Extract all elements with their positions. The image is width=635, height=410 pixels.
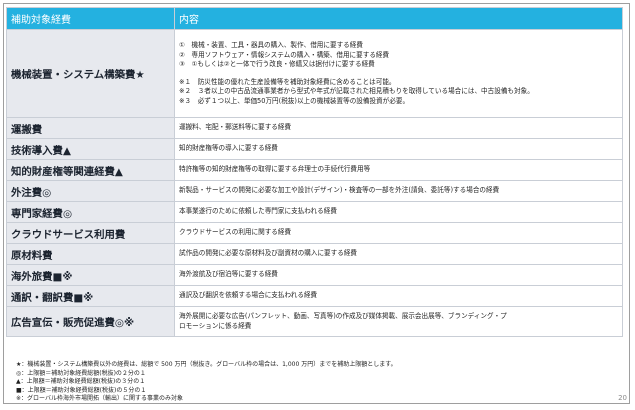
row-category: 技術導入費▲ <box>6 138 175 160</box>
table-row: 広告宣伝・販売促進費◎※ 海外展開に必要な広告(パンフレット、動画、写真等)の作… <box>6 306 623 337</box>
row-description: 知的財産権等の導入に要する経費 <box>174 138 623 160</box>
expense-table: 補助対象経費 内容 機械装置・システム構築費★ ① 機械・装置、工具・器具の購入… <box>6 7 623 337</box>
row-description: 新製品・サービスの開発に必要な加工や設計(デザイン)・検査等の一部を外注(請負、… <box>174 180 623 202</box>
row-category: 通訳・翻訳費■※ <box>6 285 175 307</box>
table-row: 機械装置・システム構築費★ ① 機械・装置、工具・器具の購入、製作、借用に要する… <box>6 29 623 118</box>
row-description: 試作品の開発に必要な原材料及び副資材の購入に要する経費 <box>174 243 623 265</box>
footnotes: ★：機械装置・システム構築費以外の経費は、総額で 500 万円（税抜き。グローバ… <box>16 361 606 404</box>
table-row: 原材料費 試作品の開発に必要な原材料及び副資材の購入に要する経費 <box>6 243 623 265</box>
table-header-row: 補助対象経費 内容 <box>6 7 623 30</box>
description-line: ロモーションに係る経費 <box>179 321 252 330</box>
table-row: 通訳・翻訳費■※ 通訳及び翻訳を依頼する場合に支払われる経費 <box>6 285 623 307</box>
row-description: 通訳及び翻訳を依頼する場合に支払われる経費 <box>174 285 623 307</box>
row-description: 海外渡航及び宿泊等に要する経費 <box>174 264 623 286</box>
table-row: 海外旅費■※ 海外渡航及び宿泊等に要する経費 <box>6 264 623 286</box>
row-description: 本事業遂行のために依頼した専門家に支払われる経費 <box>174 201 623 223</box>
row-description: ① 機械・装置、工具・器具の購入、製作、借用に要する経費 ② 専用ソフトウェア・… <box>174 29 623 118</box>
footnote: ★：機械装置・システム構築費以外の経費は、総額で 500 万円（税抜き。グローバ… <box>16 361 397 368</box>
row-category: 広告宣伝・販売促進費◎※ <box>6 306 175 337</box>
table-row: 運搬費 運搬料、宅配・郵送料等に要する経費 <box>6 117 623 139</box>
footnote: ※：グローバル枠海外市場開拓（輸出）に関する事業のみ対象 <box>16 395 183 403</box>
footnote: ▲：上限額＝補助対象経費総額(税抜)の３分の１ <box>16 378 146 386</box>
header-expense-category: 補助対象経費 <box>6 7 175 30</box>
page-number: 20 <box>618 394 627 402</box>
row-category: 外注費◎ <box>6 180 175 202</box>
footnote: ◎：上限額＝補助対象経費総額(税抜)の２分の１ <box>16 369 146 377</box>
description-line: ① 機械・装置、工具・器具の購入、製作、借用に要する経費 <box>179 41 363 49</box>
row-category: 機械装置・システム構築費★ <box>6 29 175 118</box>
row-description: クラウドサービスの利用に関する経費 <box>174 222 623 244</box>
note-line: ※１ 防災性能の優れた生産設備等を補助対象経費に含めることは可能。 <box>179 77 396 86</box>
description-line: ③ ①もしくは②と一体で行う改良・修繕又は据付けに要する経費 <box>179 60 375 68</box>
note-line: ※３ 必ず１つ以上、単価50万円(税抜)以上の機械装置等の設備投資が必要。 <box>179 96 410 105</box>
row-description: 運搬料、宅配・郵送料等に要する経費 <box>174 117 623 139</box>
row-category: 原材料費 <box>6 243 175 265</box>
row-category: 知的財産権等関連経費▲ <box>6 159 175 181</box>
table-row: 知的財産権等関連経費▲ 特許権等の知的財産権等の取得に要する弁理士の手続代行費用… <box>6 159 623 181</box>
row-description: 特許権等の知的財産権等の取得に要する弁理士の手続代行費用等 <box>174 159 623 181</box>
table-row: 外注費◎ 新製品・サービスの開発に必要な加工や設計(デザイン)・検査等の一部を外… <box>6 180 623 202</box>
row-category: 海外旅費■※ <box>6 264 175 286</box>
table-row: 専門家経費◎ 本事業遂行のために依頼した専門家に支払われる経費 <box>6 201 623 223</box>
header-content: 内容 <box>174 7 623 30</box>
row-category: 運搬費 <box>6 117 175 139</box>
table-row: クラウドサービス利用費 クラウドサービスの利用に関する経費 <box>6 222 623 244</box>
row-category: クラウドサービス利用費 <box>6 222 175 244</box>
row-description: 海外展開に必要な広告(パンフレット、動画、写真等)の作成及び媒体掲載、展示会出展… <box>174 306 623 337</box>
table-row: 技術導入費▲ 知的財産権等の導入に要する経費 <box>6 138 623 160</box>
description-line: ② 専用ソフトウェア・情報システムの購入・構築、借用に要する経費 <box>179 50 390 59</box>
description-line: 海外展開に必要な広告(パンフレット、動画、写真等)の作成及び媒体掲載、展示会出展… <box>179 312 507 320</box>
note-line: ※２ ３者以上の中古品流通事業者から型式や年式が記載された相見積もりを取得してい… <box>179 87 534 95</box>
row-category: 専門家経費◎ <box>6 201 175 223</box>
